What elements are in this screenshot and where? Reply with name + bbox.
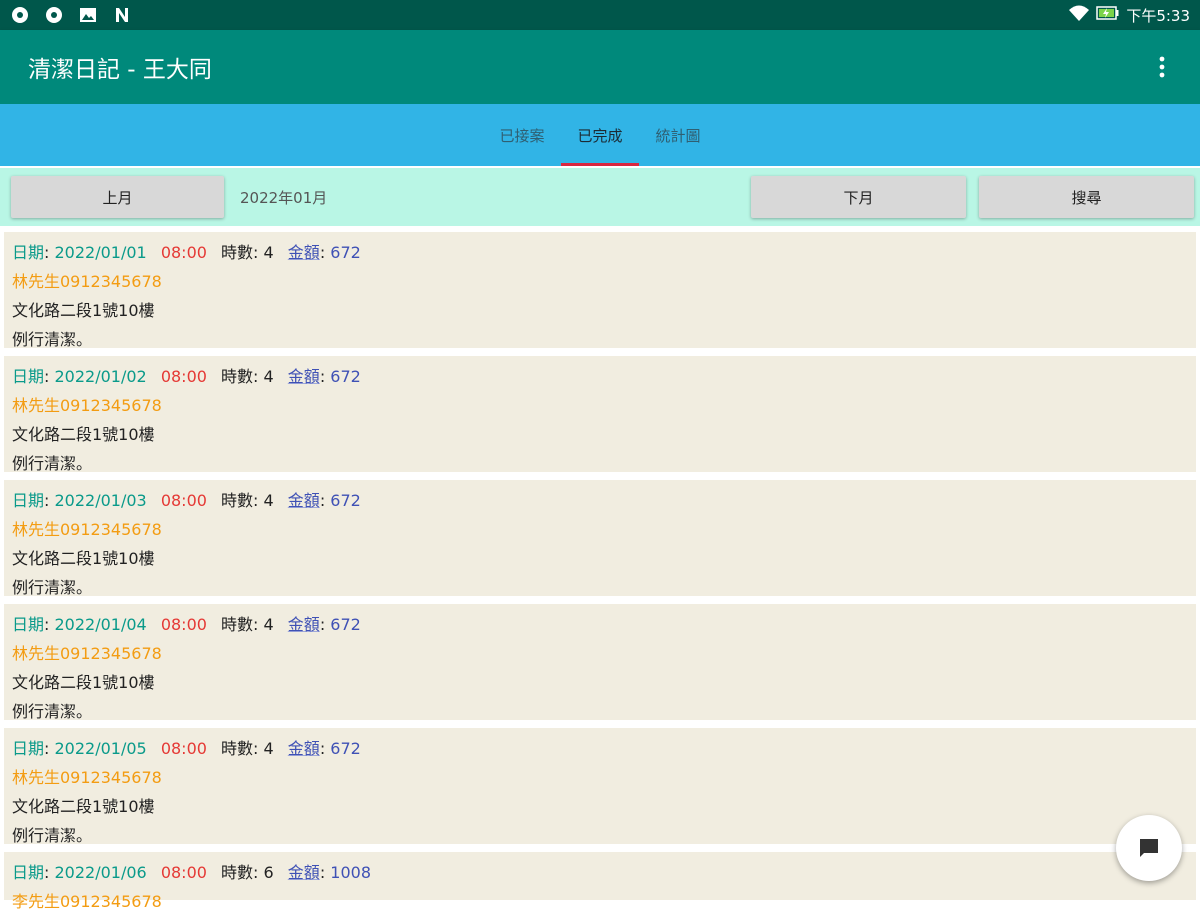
note: 例行清潔。 bbox=[12, 702, 93, 721]
record-card[interactable]: 日期: 2022/01/06 08:00 時數: 6 金額: 1008 李先生0… bbox=[4, 852, 1196, 911]
record-card[interactable]: 日期: 2022/01/02 08:00 時數: 4 金額: 672 林先生09… bbox=[4, 356, 1196, 473]
date-label: 日期 bbox=[12, 615, 45, 634]
status-bar: 下午5:33 bbox=[0, 0, 1200, 30]
record-card[interactable]: 日期: 2022/01/05 08:00 時數: 4 金額: 672 林先生09… bbox=[4, 728, 1196, 845]
date-label: 日期 bbox=[12, 243, 45, 262]
amount-label: 金額 bbox=[287, 863, 320, 882]
time-value: 08:00 bbox=[160, 243, 207, 262]
date-label: 日期 bbox=[12, 367, 45, 386]
note: 例行清潔。 bbox=[12, 454, 93, 473]
customer-contact: 林先生0912345678 bbox=[12, 520, 162, 539]
chat-fab-button[interactable] bbox=[1116, 815, 1182, 881]
time-value: 08:00 bbox=[160, 739, 207, 758]
tab-completed[interactable]: 已完成 bbox=[561, 104, 639, 166]
image-notification-icon bbox=[78, 5, 98, 25]
app-notification-icon bbox=[44, 5, 64, 25]
customer-contact: 林先生0912345678 bbox=[12, 272, 162, 291]
battery-charging-icon bbox=[1096, 5, 1120, 25]
hours-label: 時數 bbox=[221, 367, 254, 386]
tab-accepted[interactable]: 已接案 bbox=[483, 104, 561, 166]
address: 文化路二段1號10樓 bbox=[12, 673, 155, 692]
address: 文化路二段1號10樓 bbox=[12, 797, 155, 816]
hours-label: 時數 bbox=[221, 491, 254, 510]
amount-label: 金額 bbox=[287, 243, 320, 262]
amount-value: 672 bbox=[330, 491, 361, 510]
tab-bar: 已接案 已完成 統計圖 bbox=[0, 104, 1200, 166]
date-value: 2022/01/04 bbox=[54, 615, 147, 634]
record-card[interactable]: 日期: 2022/01/01 08:00 時數: 4 金額: 672 林先生09… bbox=[4, 232, 1196, 349]
customer-contact: 李先生0912345678 bbox=[12, 892, 162, 911]
amount-label: 金額 bbox=[287, 491, 320, 510]
hours-label: 時數 bbox=[221, 615, 254, 634]
overflow-menu-button[interactable] bbox=[1150, 47, 1174, 87]
customer-contact: 林先生0912345678 bbox=[12, 768, 162, 787]
hours-value: 4 bbox=[263, 243, 274, 262]
date-value: 2022/01/05 bbox=[54, 739, 147, 758]
hours-label: 時數 bbox=[221, 243, 254, 262]
time-value: 08:00 bbox=[160, 491, 207, 510]
date-value: 2022/01/01 bbox=[54, 243, 147, 262]
search-button[interactable]: 搜尋 bbox=[979, 176, 1194, 218]
notification-icons bbox=[10, 5, 132, 25]
amount-label: 金額 bbox=[287, 739, 320, 758]
address: 文化路二段1號10樓 bbox=[12, 301, 155, 320]
hours-value: 4 bbox=[263, 491, 274, 510]
date-label: 日期 bbox=[12, 491, 45, 510]
amount-label: 金額 bbox=[287, 367, 320, 386]
note: 例行清潔。 bbox=[12, 826, 93, 845]
wifi-icon bbox=[1068, 4, 1090, 26]
system-status: 下午5:33 bbox=[1068, 4, 1190, 26]
current-month: 2022年01月 bbox=[240, 188, 328, 207]
amount-value: 1008 bbox=[330, 863, 372, 882]
page-title: 清潔日記 - 王大同 bbox=[28, 57, 212, 83]
record-card[interactable]: 日期: 2022/01/03 08:00 時數: 4 金額: 672 林先生09… bbox=[4, 480, 1196, 597]
amount-value: 672 bbox=[330, 615, 361, 634]
month-controls: 上月 2022年01月 下月 搜尋 bbox=[0, 168, 1200, 226]
amount-value: 672 bbox=[330, 243, 361, 262]
address: 文化路二段1號10樓 bbox=[12, 549, 155, 568]
time-value: 08:00 bbox=[160, 615, 207, 634]
hours-label: 時數 bbox=[221, 863, 254, 882]
app-notification-icon bbox=[10, 5, 30, 25]
record-card[interactable]: 日期: 2022/01/04 08:00 時數: 4 金額: 672 林先生09… bbox=[4, 604, 1196, 721]
hours-value: 4 bbox=[263, 367, 274, 386]
chat-icon bbox=[1140, 839, 1158, 857]
prev-month-button[interactable]: 上月 bbox=[11, 176, 224, 218]
hours-value: 4 bbox=[263, 739, 274, 758]
note: 例行清潔。 bbox=[12, 330, 93, 349]
date-value: 2022/01/02 bbox=[54, 367, 147, 386]
date-label: 日期 bbox=[12, 863, 45, 882]
n-notification-icon bbox=[112, 5, 132, 25]
hours-label: 時數 bbox=[221, 739, 254, 758]
time-value: 08:00 bbox=[160, 863, 207, 882]
customer-contact: 林先生0912345678 bbox=[12, 644, 162, 663]
time-value: 08:00 bbox=[160, 367, 207, 386]
amount-value: 672 bbox=[330, 367, 361, 386]
next-month-button[interactable]: 下月 bbox=[751, 176, 966, 218]
tab-statistics[interactable]: 統計圖 bbox=[639, 104, 717, 166]
address: 文化路二段1號10樓 bbox=[12, 425, 155, 444]
hours-value: 6 bbox=[263, 863, 274, 882]
note: 例行清潔。 bbox=[12, 578, 93, 597]
hours-value: 4 bbox=[263, 615, 274, 634]
more-vert-icon bbox=[1159, 56, 1165, 78]
customer-contact: 林先生0912345678 bbox=[12, 396, 162, 415]
app-bar: 清潔日記 - 王大同 bbox=[0, 30, 1200, 104]
clock: 下午5:33 bbox=[1126, 6, 1190, 25]
amount-label: 金額 bbox=[287, 615, 320, 634]
amount-value: 672 bbox=[330, 739, 361, 758]
date-value: 2022/01/06 bbox=[54, 863, 147, 882]
date-value: 2022/01/03 bbox=[54, 491, 147, 510]
date-label: 日期 bbox=[12, 739, 45, 758]
